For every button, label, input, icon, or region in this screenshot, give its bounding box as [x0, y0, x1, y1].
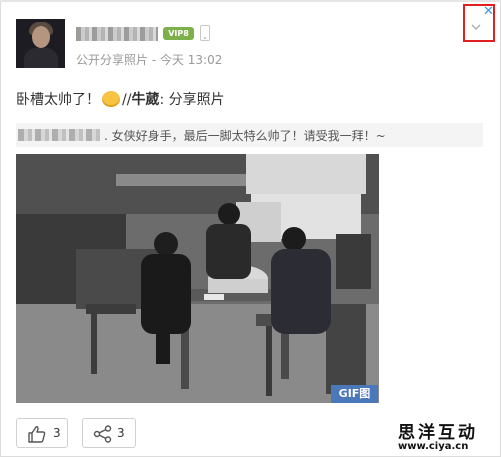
top-divider: [0, 0, 501, 2]
shared-photo[interactable]: [16, 154, 379, 403]
watermark-url: www.ciya.cn: [398, 441, 469, 452]
quote-author-blurred[interactable]: [18, 129, 100, 141]
avatar-face: [32, 26, 50, 48]
chevron-down-icon[interactable]: [470, 21, 482, 33]
avatar-body: [24, 48, 58, 68]
quote-text: . 女侠好身手，最后一脚太特么帅了！请受我一拜！~: [104, 129, 386, 143]
gif-badge: GIF图: [331, 385, 378, 403]
post-meta: 公开分享照片 - 今天 13:02: [76, 53, 223, 67]
like-button[interactable]: 3: [16, 418, 68, 448]
photo-scene: [16, 154, 379, 403]
share-button[interactable]: 3: [82, 418, 136, 448]
like-count: 3: [53, 426, 61, 440]
share-count: 3: [117, 426, 125, 440]
username-blurred[interactable]: [76, 27, 158, 41]
post-text-main: 卧槽太帅了！: [16, 92, 100, 108]
thumbs-up-icon: [28, 426, 46, 443]
avatar[interactable]: [16, 19, 65, 68]
watermark-name: 思洋互动: [398, 423, 478, 443]
laughing-emoji-icon: [102, 91, 120, 107]
mobile-device-icon: [200, 25, 210, 41]
repost-suffix: : 分享照片: [159, 92, 225, 108]
vip-badge: VIP8: [163, 27, 194, 40]
post-text: 卧槽太帅了！//牛葳: 分享照片: [16, 89, 225, 109]
share-icon: [93, 425, 112, 443]
repost-author-link[interactable]: 牛葳: [131, 92, 159, 108]
close-icon[interactable]: ✕: [483, 5, 494, 18]
